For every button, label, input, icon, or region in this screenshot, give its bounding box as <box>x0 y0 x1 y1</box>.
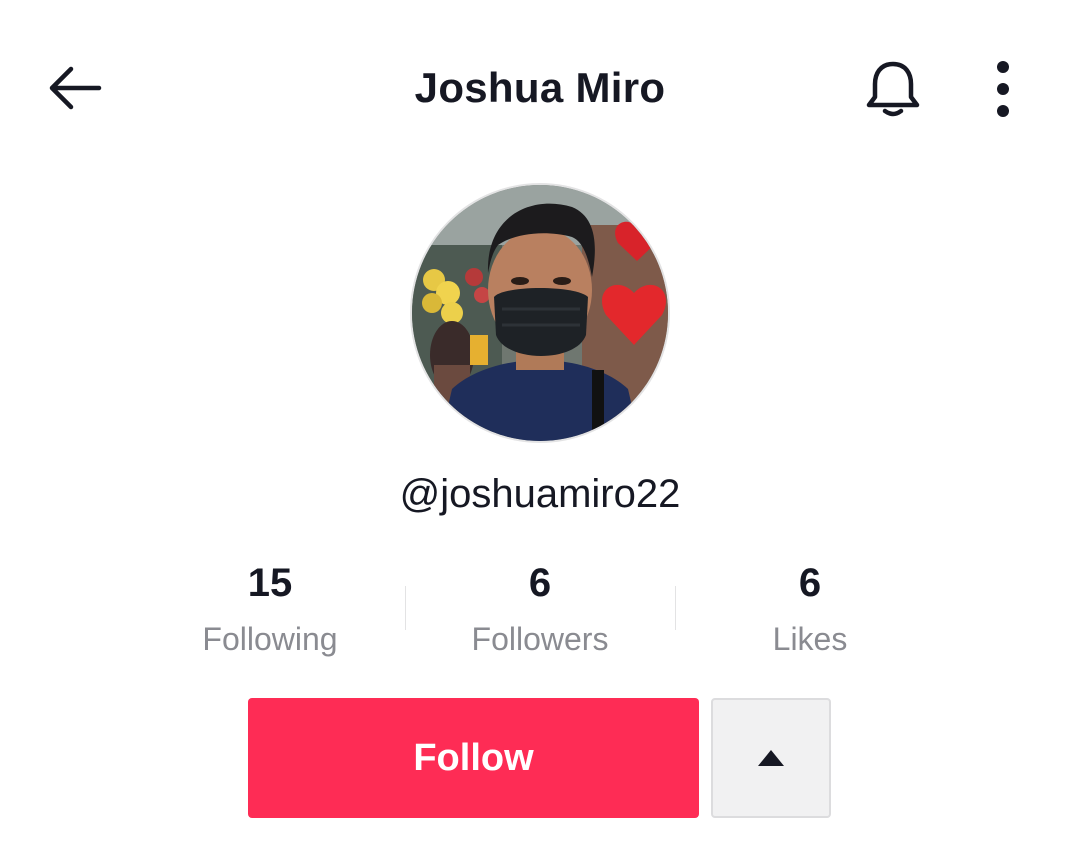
back-button[interactable] <box>40 56 110 120</box>
stats-row: 15 Following 6 Followers 6 Likes <box>135 556 945 666</box>
stat-followers[interactable]: 6 Followers <box>405 556 675 664</box>
stat-likes[interactable]: 6 Likes <box>675 556 945 664</box>
stat-value: 15 <box>247 561 293 605</box>
notifications-button[interactable] <box>858 54 928 124</box>
stat-label: Following <box>202 621 338 657</box>
bell-icon <box>866 61 920 117</box>
stat-value: 6 <box>798 561 822 605</box>
stat-value: 6 <box>528 561 552 605</box>
more-options-button[interactable] <box>970 54 1036 124</box>
username: @joshuamiro22 <box>399 472 681 516</box>
arrow-left-icon <box>49 66 102 110</box>
profile-page: Joshua Miro @joshuamiro22 15 Following 6… <box>0 0 1080 863</box>
avatar[interactable] <box>410 183 670 443</box>
caret-up-icon <box>758 750 784 766</box>
suggested-accounts-toggle-button[interactable] <box>711 698 831 818</box>
stat-label: Likes <box>772 621 848 657</box>
stat-following[interactable]: 15 Following <box>135 556 405 664</box>
stat-label: Followers <box>471 621 609 657</box>
more-vertical-icon <box>997 61 1009 117</box>
follow-button[interactable]: Follow <box>248 698 699 818</box>
avatar-photo <box>412 185 668 441</box>
